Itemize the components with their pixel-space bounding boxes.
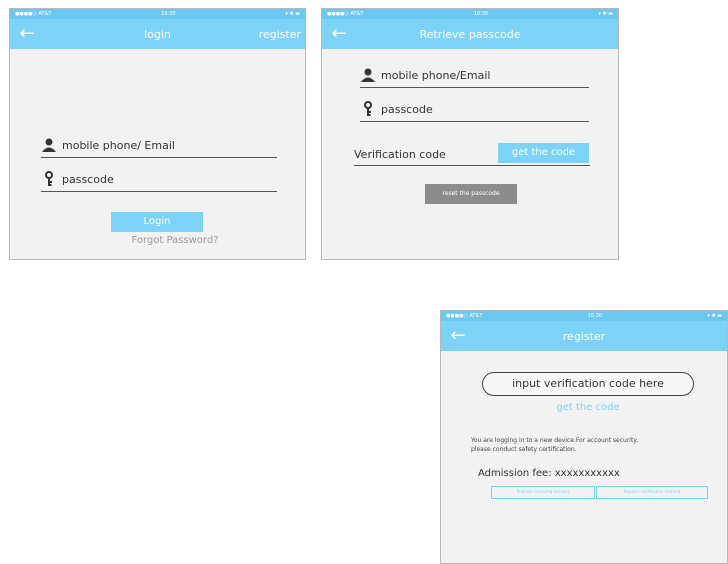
- passcode-placeholder: passcode: [381, 102, 433, 116]
- key-icon: [364, 101, 372, 116]
- nav-bar: ← login register: [10, 19, 305, 49]
- security-notice-line-1: You are logging in to a new device.For a…: [471, 437, 639, 444]
- security-notice: You are logging in to a new device.For a…: [471, 436, 727, 454]
- verification-input-text: input verification code here: [512, 377, 664, 390]
- nav-bar: ← Retrieve passcode: [322, 19, 618, 49]
- passcode-field[interactable]: passcode: [360, 97, 589, 122]
- status-bar: ●●●●○ AT&T 10:30 ▾ ✱ ▬: [322, 9, 618, 19]
- clock: 10:30: [587, 313, 603, 319]
- clock: 10:30: [161, 11, 176, 17]
- forgot-password-link[interactable]: Forgot Password?: [90, 235, 260, 246]
- user-icon: [42, 138, 56, 152]
- passcode-placeholder: passcode: [62, 172, 114, 186]
- battery-indicator: ▾ ✱ ▬: [707, 313, 722, 319]
- battery-indicator: ▾ ✱ ▬: [598, 11, 613, 17]
- get-code-link[interactable]: get the code: [482, 402, 694, 413]
- login-screen: ●●●●○ AT&T 10:30 ▾ ✱ ▬ ← login register …: [9, 8, 306, 260]
- page-title: register: [562, 329, 606, 343]
- page-title: login: [144, 27, 171, 41]
- security-notice-line-2: please conduct safety certification.: [471, 446, 577, 453]
- verification-code-label: Verification code: [354, 147, 446, 161]
- status-bar: ●●●●○ AT&T 10:30 ▾ ✱ ▬: [441, 311, 727, 321]
- carrier-signal: ●●●●○ AT&T: [327, 11, 364, 17]
- carrier-signal: ●●●●○ AT&T: [15, 11, 52, 17]
- retrieve-passcode-screen: ●●●●○ AT&T 10:30 ▾ ✱ ▬ ← Retrieve passco…: [321, 8, 619, 260]
- register-link[interactable]: register: [259, 28, 301, 41]
- admission-fee-label: Admission fee: xxxxxxxxxxx: [478, 468, 620, 479]
- username-field[interactable]: mobile phone/ Email: [41, 133, 277, 158]
- clock: 10:30: [473, 11, 489, 17]
- carrier-signal: ●●●●○ AT&T: [446, 313, 483, 319]
- get-code-button[interactable]: get the code: [498, 143, 589, 163]
- reset-passcode-button[interactable]: reset the passcode: [425, 184, 517, 204]
- back-arrow-icon[interactable]: ←: [16, 23, 38, 45]
- back-arrow-icon[interactable]: ←: [447, 325, 469, 347]
- username-field[interactable]: mobile phone/Email: [360, 63, 589, 88]
- status-bar: ●●●●○ AT&T 10:30 ▾ ✱ ▬: [10, 9, 305, 19]
- replace-receiving-account-button[interactable]: Replace receiving account: [491, 486, 595, 499]
- replace-verification-method-button[interactable]: Replace verification method: [596, 486, 708, 499]
- username-placeholder: mobile phone/ Email: [62, 138, 175, 152]
- username-placeholder: mobile phone/Email: [381, 68, 491, 82]
- passcode-field[interactable]: passcode: [41, 167, 277, 192]
- verification-code-input[interactable]: input verification code here: [482, 372, 694, 396]
- back-arrow-icon[interactable]: ←: [328, 23, 350, 45]
- nav-bar: ← register: [441, 321, 727, 351]
- register-screen: ●●●●○ AT&T 10:30 ▾ ✱ ▬ ← register input …: [440, 310, 728, 564]
- login-button[interactable]: Login: [111, 212, 203, 232]
- page-title: Retrieve passcode: [419, 27, 521, 41]
- key-icon: [45, 171, 53, 186]
- user-icon: [361, 68, 375, 82]
- battery-indicator: ▾ ✱ ▬: [285, 11, 300, 17]
